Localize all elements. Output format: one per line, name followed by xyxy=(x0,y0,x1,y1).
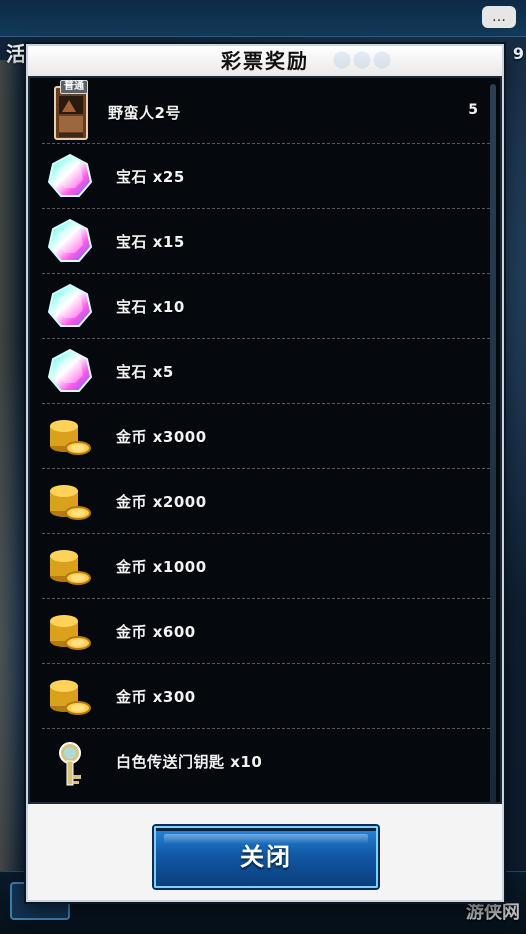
gem-icon xyxy=(47,283,93,327)
reward-label: 白色传送门钥匙 x10 xyxy=(116,753,263,771)
reward-row: 宝石 x25 xyxy=(42,144,490,209)
game-screen: 活动 … 9 ← 游侠网 彩票奖励 普通 xyxy=(0,0,526,934)
scrollbar[interactable] xyxy=(490,84,496,802)
gem-icon xyxy=(47,348,93,392)
gem-icon xyxy=(47,218,93,262)
scrollbar-thumb[interactable] xyxy=(490,84,496,802)
reward-label: 野蛮人2号 xyxy=(108,104,181,122)
gold-coin-stack-icon xyxy=(50,485,91,520)
reward-row: 白色传送门钥匙 x10 xyxy=(42,729,490,802)
reward-row: 宝石 x10 xyxy=(42,274,490,339)
chat-bubble-icon[interactable]: … xyxy=(482,6,516,28)
background-counter: 9 xyxy=(512,44,524,63)
monster-card-icon xyxy=(54,86,88,140)
reward-label: 宝石 x5 xyxy=(116,363,174,381)
reward-label: 宝石 x25 xyxy=(116,168,185,186)
reward-list[interactable]: 普通 野蛮人2号 5 宝石 x25 宝石 x15 宝石 x10 宝石 x5 金币… xyxy=(28,76,502,804)
reward-row: 宝石 x15 xyxy=(42,209,490,274)
reward-label: 金币 x2000 xyxy=(116,493,207,511)
modal-title: 彩票奖励 xyxy=(221,49,309,73)
modal-header: 彩票奖励 xyxy=(28,46,502,76)
reward-row: 金币 x600 xyxy=(42,599,490,664)
reward-count: 5 xyxy=(468,102,478,118)
reward-row: 普通 野蛮人2号 5 xyxy=(42,80,490,144)
reward-modal: 彩票奖励 普通 野蛮人2号 5 宝石 x25 宝石 x15 宝石 x10 宝石 … xyxy=(26,44,504,902)
gold-coin-stack-icon xyxy=(50,680,91,715)
background-side-art xyxy=(0,60,24,880)
gem-icon xyxy=(47,153,93,197)
white-portal-key-icon xyxy=(59,742,81,786)
reward-row: 金币 x3000 xyxy=(42,404,490,469)
reward-label: 金币 x3000 xyxy=(116,428,207,446)
card-rarity-badge: 普通 xyxy=(60,80,88,94)
close-button[interactable]: 关闭 xyxy=(154,826,378,888)
reward-label: 金币 x600 xyxy=(116,623,196,641)
reward-label: 宝石 x10 xyxy=(116,298,185,316)
gold-coin-stack-icon xyxy=(50,615,91,650)
top-bar xyxy=(0,0,526,37)
reward-label: 金币 x1000 xyxy=(116,558,207,576)
gold-coin-stack-icon xyxy=(50,420,91,455)
reward-label: 金币 x300 xyxy=(116,688,196,706)
gold-coin-stack-icon xyxy=(50,550,91,585)
reward-row: 宝石 x5 xyxy=(42,339,490,404)
reward-label: 宝石 x15 xyxy=(116,233,185,251)
reward-row: 金币 x2000 xyxy=(42,469,490,534)
reward-row: 金币 x300 xyxy=(42,664,490,729)
reward-row: 金币 x1000 xyxy=(42,534,490,599)
